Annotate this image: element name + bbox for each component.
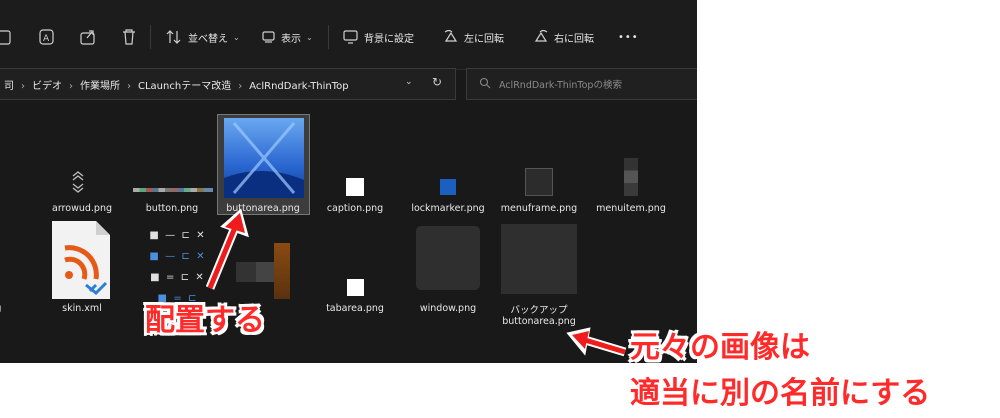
annotation-arrows (205, 208, 627, 357)
annotation-place: 配置する (145, 303, 265, 338)
annotation-rename-line2: 適当に別の名前にする (630, 376, 931, 411)
annotation-rename-line1: 元々の画像は (630, 330, 810, 365)
